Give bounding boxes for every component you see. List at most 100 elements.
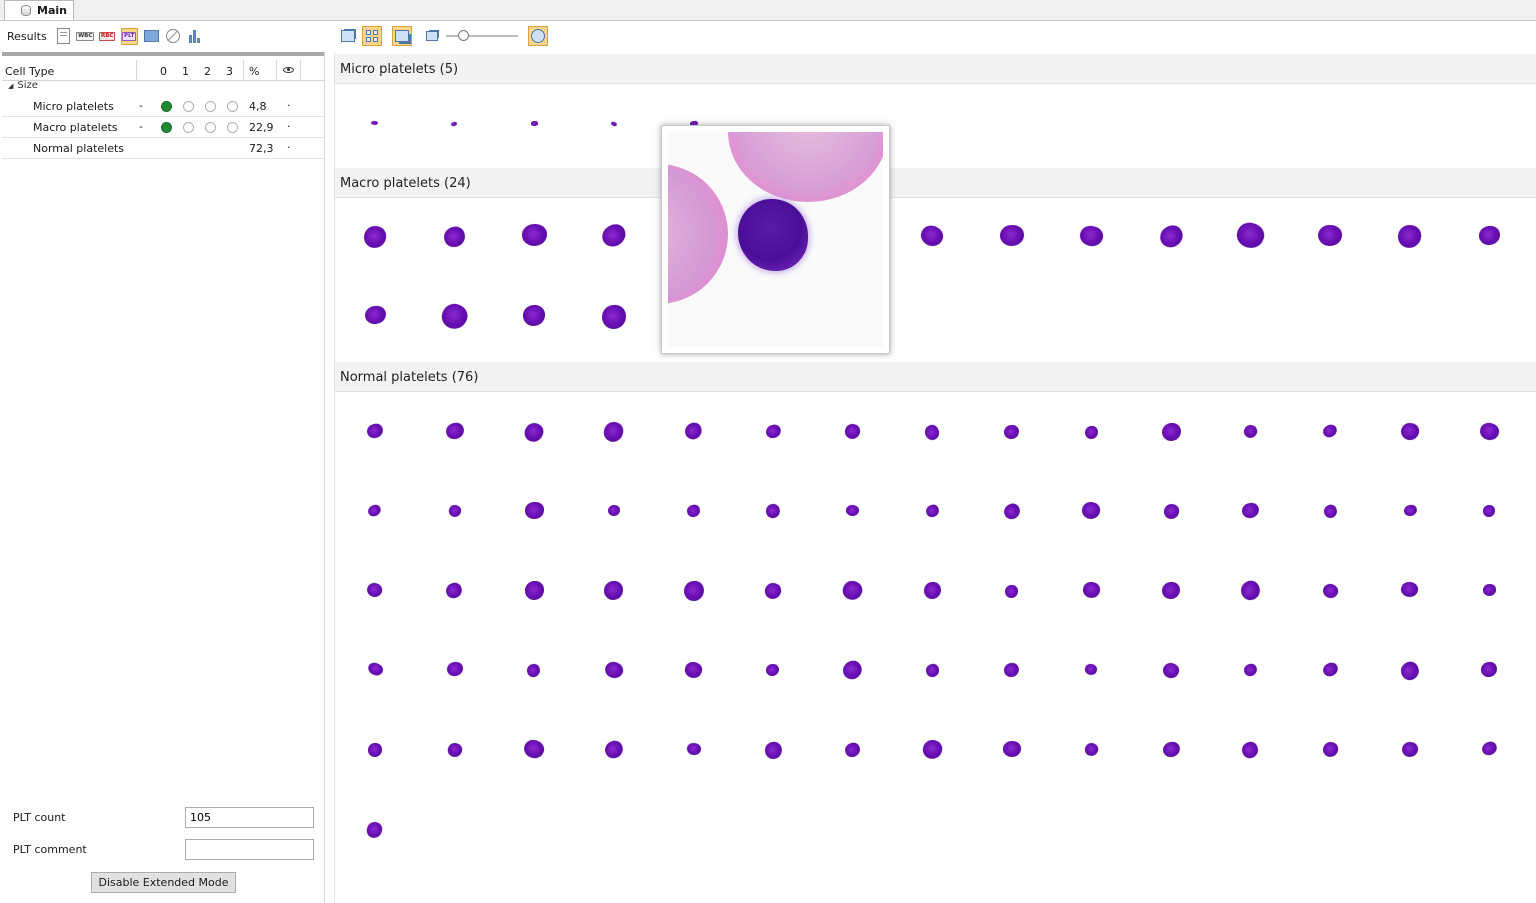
cell-thumbnail[interactable]	[1482, 584, 1497, 597]
grade-2-radio[interactable]	[205, 101, 216, 112]
grid-view-button[interactable]	[362, 26, 382, 46]
cell-thumbnail[interactable]	[1477, 419, 1502, 443]
single-view-button[interactable]	[338, 26, 358, 46]
cell-thumbnail[interactable]	[685, 741, 702, 757]
cell-thumbnail[interactable]	[1077, 222, 1106, 249]
cell-thumbnail[interactable]	[1084, 663, 1099, 677]
row-visibility[interactable]: ·	[287, 141, 291, 154]
cell-thumbnail[interactable]	[1399, 421, 1421, 443]
cell-thumbnail[interactable]	[845, 504, 860, 518]
cell-thumbnail[interactable]	[763, 581, 783, 601]
cell-thumbnail[interactable]	[365, 660, 385, 679]
cell-thumbnail[interactable]	[603, 581, 624, 601]
zoom-slider[interactable]	[446, 28, 518, 44]
grade-0-radio[interactable]	[161, 122, 172, 133]
cell-thumbnail[interactable]	[762, 739, 784, 761]
row-visibility[interactable]: ·	[287, 120, 291, 133]
cell-thumbnail[interactable]	[1239, 739, 1262, 761]
cell-thumbnail[interactable]	[520, 223, 548, 249]
cell-thumbnail[interactable]	[451, 121, 459, 128]
cell-thumbnail[interactable]	[1242, 662, 1259, 678]
cell-thumbnail[interactable]	[1320, 740, 1340, 760]
cell-thumbnail[interactable]	[1480, 661, 1499, 679]
cell-thumbnail[interactable]	[765, 663, 781, 677]
cell-thumbnail[interactable]	[524, 502, 544, 521]
cell-thumbnail[interactable]	[525, 662, 543, 679]
cell-thumbnail[interactable]	[763, 502, 783, 521]
row-visibility[interactable]: ·	[287, 99, 291, 112]
cell-thumbnail[interactable]	[524, 581, 544, 601]
cell-thumbnail[interactable]	[685, 503, 701, 519]
cell-thumbnail[interactable]	[365, 422, 385, 441]
cell-thumbnail[interactable]	[1156, 221, 1186, 251]
cell-thumbnail[interactable]	[1321, 422, 1339, 440]
cell-thumbnail[interactable]	[1161, 581, 1181, 600]
chart-button[interactable]	[187, 28, 204, 45]
wbc-button[interactable]: WBC	[76, 28, 95, 45]
cell-thumbnail[interactable]	[1005, 584, 1019, 599]
cell-thumbnail[interactable]	[445, 740, 464, 759]
eye-icon[interactable]	[283, 67, 294, 73]
cell-thumbnail[interactable]	[598, 220, 630, 251]
zoom-slider-thumb[interactable]	[458, 30, 469, 41]
row-macro-platelets[interactable]: Macro platelets - 22,9 ·	[2, 117, 324, 138]
plt-comment-input[interactable]	[185, 839, 314, 860]
cell-thumbnail[interactable]	[839, 577, 866, 604]
cell-thumbnail[interactable]	[362, 224, 388, 250]
cell-thumbnail[interactable]	[1320, 580, 1341, 601]
zoom-out-button[interactable]	[422, 26, 442, 46]
col-grade-3[interactable]: 3	[226, 65, 233, 78]
cell-thumbnail[interactable]	[1162, 502, 1180, 521]
cell-thumbnail[interactable]	[1003, 424, 1020, 440]
cell-thumbnail[interactable]	[363, 305, 387, 327]
disable-extended-mode-button[interactable]: Disable Extended Mode	[91, 872, 236, 893]
cell-thumbnail[interactable]	[843, 740, 862, 759]
cell-thumbnail[interactable]	[1084, 425, 1099, 440]
cell-thumbnail[interactable]	[1317, 223, 1344, 249]
report-document-button[interactable]	[55, 28, 72, 45]
cell-thumbnail[interactable]	[521, 419, 547, 445]
col-grade-2[interactable]: 2	[204, 65, 211, 78]
col-cell-type[interactable]: Cell Type	[5, 65, 54, 78]
cell-thumbnail[interactable]	[1399, 580, 1420, 600]
cell-thumbnail[interactable]	[924, 662, 941, 678]
cell-thumbnail[interactable]	[445, 661, 464, 678]
cell-thumbnail[interactable]	[923, 581, 942, 601]
cell-thumbnail[interactable]	[1478, 225, 1501, 247]
cell-thumbnail[interactable]	[1161, 422, 1181, 442]
cell-thumbnail[interactable]	[917, 221, 947, 250]
cell-thumbnail[interactable]	[530, 121, 538, 128]
cell-thumbnail[interactable]	[446, 503, 463, 519]
cell-thumbnail[interactable]	[1479, 740, 1499, 758]
cell-thumbnail[interactable]	[371, 120, 379, 128]
cell-thumbnail[interactable]	[1400, 740, 1419, 759]
cell-thumbnail[interactable]	[682, 659, 704, 681]
stacked-view-button[interactable]	[392, 26, 412, 46]
cell-thumbnail[interactable]	[368, 743, 382, 757]
cell-thumbnail[interactable]	[1160, 660, 1182, 681]
grade-0-radio[interactable]	[161, 101, 172, 112]
cell-thumbnail[interactable]	[365, 581, 385, 601]
plt-button[interactable]: PLT	[120, 27, 138, 45]
cell-thumbnail[interactable]	[441, 224, 468, 249]
cell-thumbnail[interactable]	[681, 420, 705, 443]
grade-1-radio[interactable]	[183, 122, 194, 133]
cell-thumbnail[interactable]	[1080, 500, 1103, 522]
cell-thumbnail[interactable]	[1001, 500, 1023, 522]
group-size[interactable]: ◢ Size	[8, 80, 38, 91]
cell-thumbnail[interactable]	[444, 580, 466, 601]
cell-thumbnail[interactable]	[521, 736, 548, 762]
row-micro-platelets[interactable]: Micro platelets - 4,8 ·	[2, 96, 324, 117]
cell-thumbnail[interactable]	[764, 422, 782, 440]
cell-thumbnail[interactable]	[1321, 503, 1339, 521]
cell-thumbnail[interactable]	[1081, 580, 1102, 601]
rbc-button[interactable]: RBC	[99, 28, 116, 45]
cell-thumbnail[interactable]	[1402, 504, 1418, 518]
cell-thumbnail[interactable]	[1233, 218, 1269, 253]
grade-2-radio[interactable]	[205, 122, 216, 133]
cell-thumbnail[interactable]	[1396, 223, 1424, 251]
cell-thumbnail[interactable]	[610, 120, 618, 128]
cell-thumbnail[interactable]	[843, 422, 862, 441]
magnifier-toggle-button[interactable]	[528, 26, 548, 46]
cell-thumbnail[interactable]	[607, 505, 621, 517]
